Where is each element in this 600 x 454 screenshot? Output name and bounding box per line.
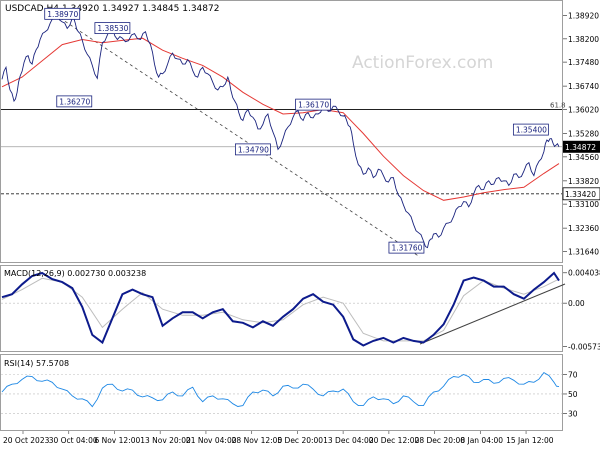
support-price-label: 1.33420 — [565, 190, 596, 199]
x-tick-label: 6 Nov 12:00 — [94, 436, 140, 445]
watermark: ActionForex.com — [352, 53, 493, 73]
chart-ohlc: 1.34920 1.34927 1.34845 1.34872 — [62, 4, 219, 14]
chart-svg: ActionForex.com USDCAD,H4 1.34920 1.3492… — [0, 0, 600, 450]
price-callout-label: 1.35400 — [516, 126, 547, 135]
fib-level-label: 61.8 — [550, 101, 566, 109]
chart-root: ActionForex.com USDCAD,H4 1.34920 1.3492… — [0, 0, 600, 450]
x-tick-label: 20 Dec 12:00 — [369, 436, 420, 445]
macd-tick-label: -0.005737 — [568, 343, 600, 352]
price-tick-label: 1.36020 — [568, 105, 599, 114]
x-tick-label: 8 Jan 04:00 — [460, 436, 503, 445]
price-tick-label: 1.36740 — [568, 82, 599, 91]
price-tick-label: 1.34560 — [568, 153, 599, 162]
price-tick-label: 1.33820 — [568, 177, 599, 186]
price-callout-label: 1.36170 — [298, 101, 329, 110]
rsi-title: RSI(14) 57.5708 — [4, 359, 69, 368]
price-callout-label: 1.34790 — [238, 145, 269, 154]
x-tick-label: 28 Dec 20:00 — [415, 436, 466, 445]
rsi-tick-label: 50 — [568, 390, 578, 399]
x-tick-label: 30 Oct 04:00 — [49, 436, 98, 445]
macd-tick-label: 0.004038 — [568, 269, 600, 278]
price-tick-label: 1.38920 — [568, 11, 599, 20]
price-tick-label: 1.31640 — [568, 248, 599, 257]
x-tick-label: 15 Jan 12:00 — [506, 436, 554, 445]
price-tick-label: 1.33100 — [568, 200, 599, 209]
price-tick-label: 1.35280 — [568, 129, 599, 138]
price-tick-label: 1.37480 — [568, 58, 599, 67]
x-tick-label: 13 Dec 04:00 — [323, 436, 374, 445]
price-tick-label: 1.32360 — [568, 224, 599, 233]
rsi-tick-label: 70 — [568, 371, 578, 380]
x-tick-label: 5 Dec 20:00 — [277, 436, 323, 445]
price-callout-label: 1.38530 — [97, 24, 128, 33]
x-tick-label: 21 Nov 04:00 — [186, 436, 237, 445]
price-callout-label: 1.31760 — [391, 244, 422, 253]
macd-tick-label: 0.00 — [568, 299, 585, 308]
x-tick-label: 28 Nov 12:00 — [232, 436, 283, 445]
price-callout-label: 1.38970 — [47, 10, 78, 19]
price-callout-label: 1.36270 — [59, 97, 90, 106]
chart-background — [0, 0, 600, 450]
price-tick-label: 1.38200 — [568, 35, 599, 44]
macd-title: MACD(12,26,9) 0.002730 0.003238 — [4, 269, 146, 278]
x-tick-label: 20 Oct 2023 — [3, 436, 50, 445]
current-price-label: 1.34872 — [565, 143, 596, 152]
x-tick-label: 13 Nov 20:00 — [140, 436, 191, 445]
rsi-tick-label: 30 — [568, 409, 578, 418]
